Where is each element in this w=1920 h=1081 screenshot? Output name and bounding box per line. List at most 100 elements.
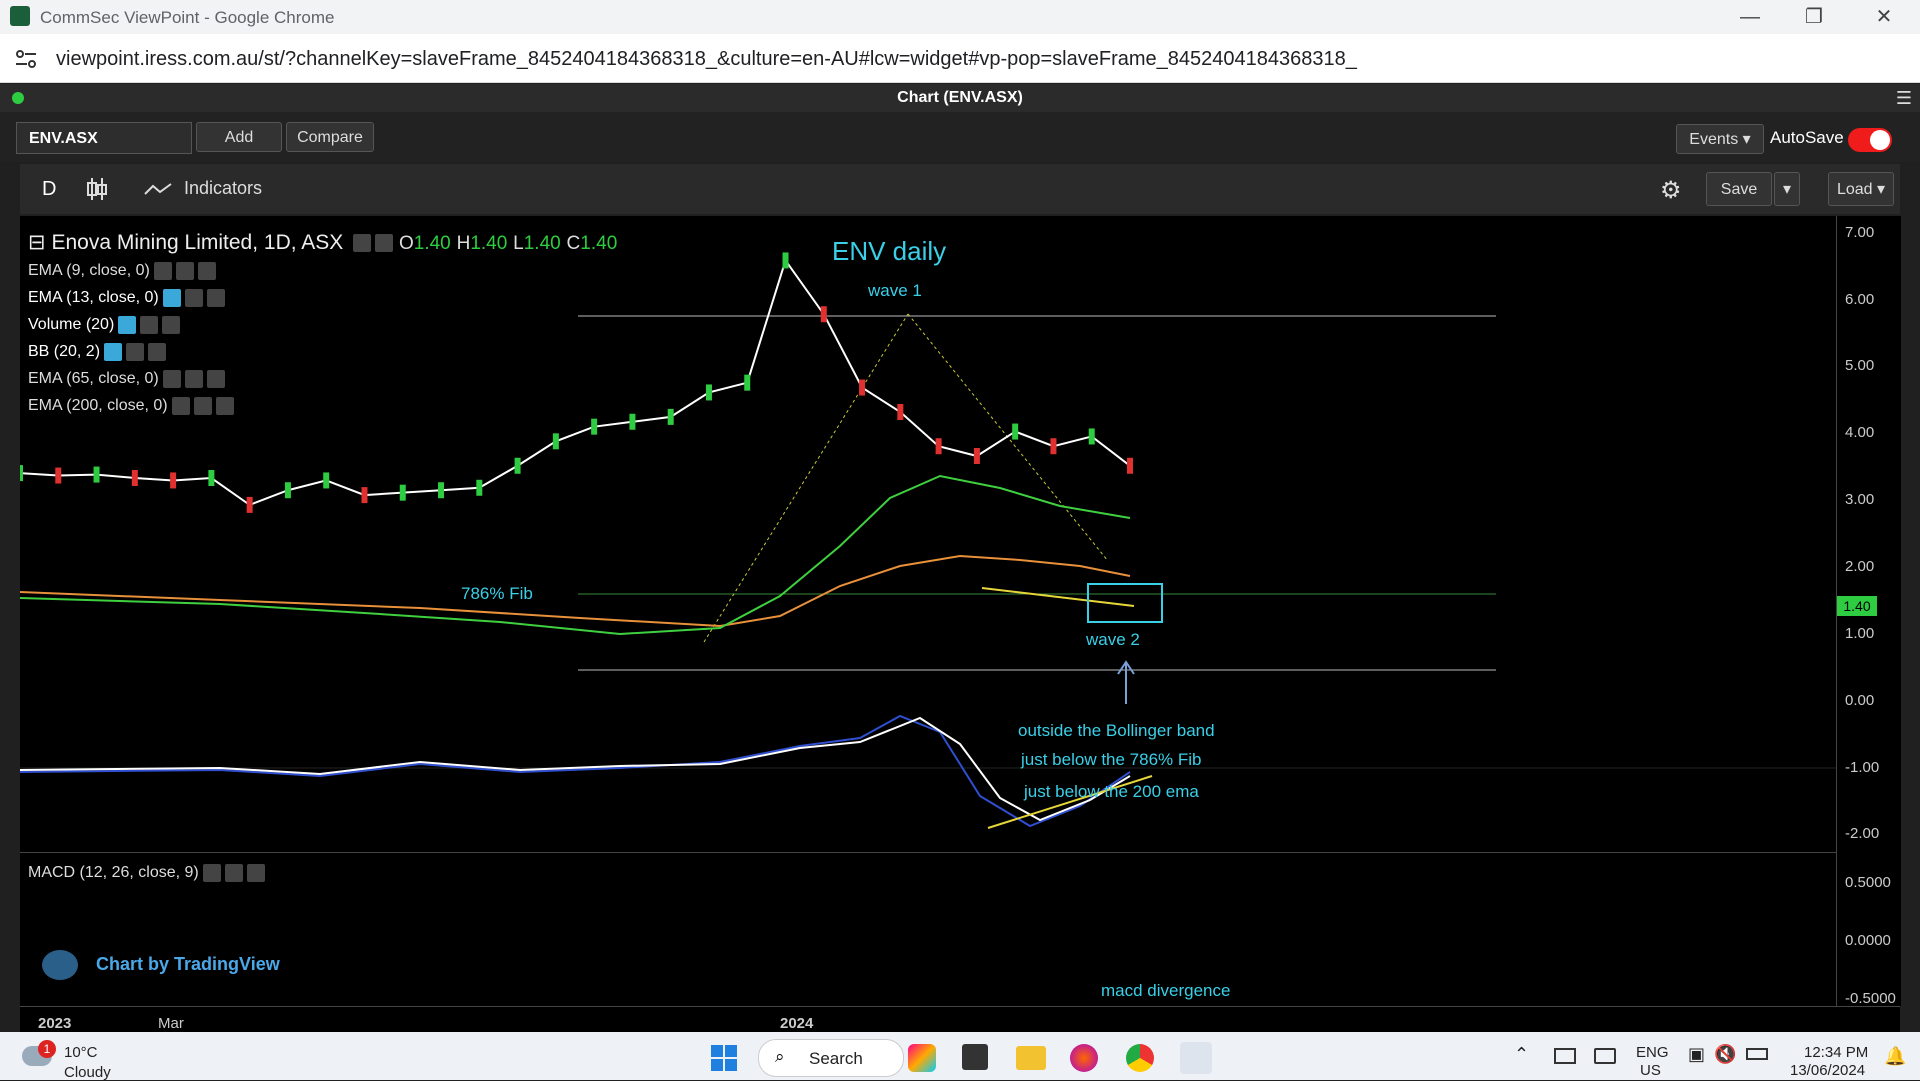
language-primary[interactable]: ENG (1636, 1044, 1669, 1061)
remove-icon[interactable] (246, 864, 265, 882)
display-icon[interactable] (1594, 1048, 1616, 1064)
panel-title: Chart (ENV.ASX) (897, 89, 1023, 106)
price-tick: 5.00 (1845, 357, 1875, 374)
settings-icon[interactable] (184, 370, 203, 388)
visibility-icon[interactable] (104, 343, 123, 361)
clock-date: 13/06/2024 (1790, 1062, 1866, 1079)
hamburger-menu-icon[interactable]: ☰ (1896, 88, 1912, 109)
price-candle (1012, 423, 1019, 440)
task-view-icon[interactable] (962, 1044, 988, 1070)
volume-muted-icon[interactable]: 🔇 (1714, 1044, 1736, 1065)
indicators-button[interactable]: Indicators (184, 178, 262, 199)
windows-start-icon[interactable] (710, 1044, 738, 1072)
tradingview-branding[interactable]: Chart by TradingView (96, 954, 280, 975)
chevron-up-icon[interactable]: ⌃ (1514, 1044, 1529, 1065)
settings-icon[interactable] (193, 397, 212, 415)
load-dropdown[interactable]: Load ▾ (1828, 172, 1894, 206)
annotation-note-bb: outside the Bollinger band (1018, 721, 1215, 740)
price-candle (1050, 438, 1057, 455)
collapse-icon[interactable]: ⊟ (28, 231, 46, 254)
symbol-input[interactable]: ENV.ASX (16, 122, 192, 154)
price-candle (629, 413, 636, 430)
price-axis[interactable]: 7.00 6.00 5.00 4.00 3.00 2.00 1.00 0.00 … (1836, 216, 1901, 1007)
time-label: Mar (158, 1015, 184, 1032)
notification-bell-icon[interactable]: 🔔 (1884, 1046, 1906, 1067)
visibility-icon[interactable] (153, 262, 172, 280)
save-button[interactable]: Save (1706, 172, 1772, 206)
battery-icon[interactable] (1746, 1048, 1768, 1060)
events-dropdown[interactable]: Events ▾ (1676, 124, 1764, 154)
minimize-icon[interactable]: — (1730, 4, 1770, 30)
chart-legend-title: ⊟ Enova Mining Limited, 1D, ASX O1.40 H1… (28, 230, 617, 255)
save-dropdown-chevron-icon[interactable]: ▾ (1774, 172, 1800, 206)
taskbar-search[interactable]: ⌕ Search (758, 1039, 904, 1077)
price-candle (323, 472, 330, 489)
autosave-toggle[interactable] (1848, 128, 1892, 152)
url-text[interactable]: viewpoint.iress.com.au/st/?channelKey=sl… (56, 48, 1357, 71)
annotation-note-ema: just below the 200 ema (1024, 782, 1199, 801)
price-candle (399, 484, 406, 501)
windows-taskbar: 1 10°C Cloudy ⌕ Search ⌃ ENG US ▣ 🔇 12:3… (0, 1032, 1920, 1081)
window-titlebar: CommSec ViewPoint - Google Chrome — ❐ ✕ (0, 0, 1920, 34)
compare-button[interactable]: Compare (286, 122, 374, 152)
settings-icon[interactable] (184, 289, 203, 307)
macd-tick: 0.0000 (1845, 932, 1891, 949)
indicator-volume[interactable]: Volume (20) (28, 316, 181, 334)
copilot-icon[interactable] (908, 1044, 936, 1072)
site-settings-icon[interactable] (14, 48, 38, 70)
interval-button[interactable]: D (42, 178, 56, 201)
restore-icon[interactable]: ❐ (1794, 4, 1834, 30)
network-icon[interactable]: ▣ (1688, 1044, 1705, 1065)
indicator-ema65[interactable]: EMA (65, close, 0) (28, 370, 225, 388)
snipping-tool-icon[interactable] (1180, 1042, 1212, 1074)
price-tick: 3.00 (1845, 491, 1875, 508)
indicator-macd[interactable]: MACD (12, 26, close, 9) (28, 864, 265, 882)
settings-icon[interactable] (224, 864, 243, 882)
visibility-icon[interactable] (162, 289, 181, 307)
indicator-ema13[interactable]: EMA (13, close, 0) (28, 289, 225, 307)
weather-temp[interactable]: 10°C (64, 1044, 98, 1061)
clock-time[interactable]: 12:34 PM (1804, 1044, 1868, 1061)
visibility-icon[interactable] (171, 397, 190, 415)
language-secondary: US (1640, 1062, 1661, 1079)
annotation-fib: 786% Fib (461, 584, 533, 603)
visibility-icon[interactable] (118, 316, 137, 334)
remove-icon[interactable] (206, 289, 225, 307)
remove-icon[interactable] (197, 262, 216, 280)
macd-signal-line (20, 714, 1131, 828)
ohlc-high-label: H (456, 233, 471, 254)
address-bar: viewpoint.iress.com.au/st/?channelKey=sl… (0, 34, 1920, 83)
visibility-icon[interactable] (162, 370, 181, 388)
remove-icon[interactable] (148, 343, 167, 361)
price-candle (476, 479, 483, 496)
gear-icon[interactable]: ⚙ (1660, 176, 1682, 205)
indicators-icon[interactable] (144, 182, 172, 196)
price-candle (438, 482, 445, 499)
indicator-bb[interactable]: BB (20, 2) (28, 343, 167, 361)
visibility-icon[interactable] (202, 864, 221, 882)
close-icon[interactable]: ✕ (1864, 4, 1904, 30)
remove-icon[interactable] (206, 370, 225, 388)
price-tick: -2.00 (1845, 825, 1880, 842)
indicator-ema200[interactable]: EMA (200, close, 0) (28, 397, 234, 415)
keyboard-icon[interactable] (1554, 1048, 1576, 1064)
candlestick-type-icon[interactable] (86, 176, 108, 202)
time-axis[interactable]: 2023 Mar 2024 (20, 1006, 1900, 1033)
chrome-icon[interactable] (1126, 1044, 1154, 1072)
ema65-line (20, 474, 1131, 636)
file-explorer-icon[interactable] (1016, 1046, 1046, 1070)
remove-icon[interactable] (162, 316, 181, 334)
add-button[interactable]: Add (196, 122, 282, 152)
indicator-label: Volume (20) (28, 316, 115, 334)
firefox-icon[interactable] (1070, 1044, 1098, 1072)
remove-icon[interactable] (215, 397, 234, 415)
visibility-icon[interactable] (353, 234, 372, 253)
indicator-ema9[interactable]: EMA (9, close, 0) (28, 262, 216, 280)
ohlc-low-value: 1.40 (523, 233, 561, 254)
settings-icon[interactable] (175, 262, 194, 280)
settings-icon[interactable] (375, 234, 394, 253)
ohlc-high-value: 1.40 (470, 233, 508, 254)
settings-icon[interactable] (126, 343, 145, 361)
load-label: Load (1836, 181, 1873, 198)
settings-icon[interactable] (140, 316, 159, 334)
